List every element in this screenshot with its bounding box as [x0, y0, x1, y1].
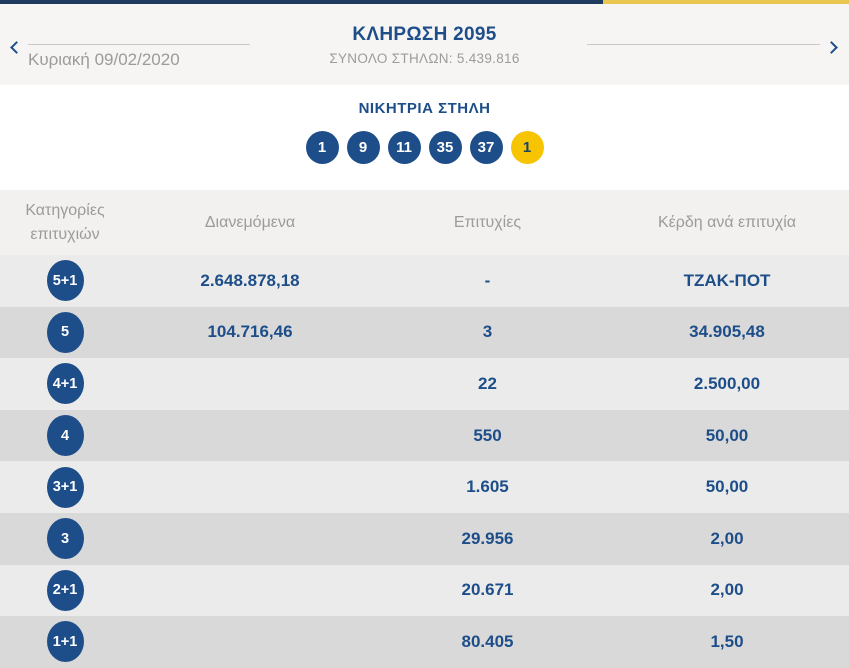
chevron-right-icon [824, 40, 838, 54]
wins-value: 3 [482, 322, 493, 342]
column-header-prize: Κέρδη ανά επιτυχία [657, 213, 797, 231]
table-row: 5 104.716,46 3 34.905,48 [0, 306, 849, 359]
prize-value: 2,00 [710, 528, 744, 548]
prize-value: 50,00 [705, 425, 749, 445]
draw-header: Κυριακή 09/02/2020 ΚΛΗΡΩΣΗ 2095 ΣΥΝΟΛΟ Σ… [0, 4, 849, 85]
draw-title: ΚΛΗΡΩΣΗ 2095 [352, 24, 497, 45]
category-badge: 3+1 [46, 466, 84, 508]
wins-value: - [484, 270, 491, 290]
table-row: 3 29.956 2,00 [0, 512, 849, 565]
distributed-value: 2.648.878,18 [200, 270, 300, 290]
winning-number-ball: 1 [305, 131, 339, 164]
category-badge: 5+1 [46, 260, 84, 302]
table-body: 5+1 2.648.878,18 - ΤΖΑΚ-ΠΟΤ 5 104.716,46… [0, 255, 849, 668]
wins-value: 550 [473, 425, 502, 445]
prize-value: 1,50 [710, 631, 744, 651]
prize-value: 34.905,48 [689, 322, 765, 342]
winning-number-ball: 37 [469, 131, 503, 164]
table-row: 4 550 50,00 [0, 409, 849, 462]
winning-column-section: ΝΙΚΗΤΡΙΑ ΣΤΗΛΗ 1 9 11 35 37 1 [0, 85, 849, 190]
winning-numbers: 1 9 11 35 37 1 [0, 131, 849, 164]
column-header-categories: Κατηγορίες επιτυχιών [25, 202, 105, 243]
winning-number-ball: 9 [346, 131, 380, 164]
winning-number-ball: 35 [428, 131, 462, 164]
table-header-row: Κατηγορίες επιτυχιών Διανεμόμενα Επιτυχί… [0, 190, 849, 255]
distributed-value: 104.716,46 [207, 322, 293, 342]
prize-results-table: Κατηγορίες επιτυχιών Διανεμόμενα Επιτυχί… [0, 190, 849, 668]
category-badge: 2+1 [46, 569, 84, 611]
category-badge: 5 [46, 311, 84, 353]
prize-value: 2,00 [710, 580, 744, 600]
next-draw-button[interactable] [822, 36, 844, 58]
category-badge: 4 [46, 415, 84, 457]
column-header-wins: Επιτυχίες [453, 213, 522, 231]
total-columns: ΣΥΝΟΛΟ ΣΤΗΛΩΝ: 5.439.816 [329, 51, 520, 66]
joker-number-ball: 1 [510, 131, 544, 164]
table-row: 5+1 2.648.878,18 - ΤΖΑΚ-ΠΟΤ [0, 255, 849, 307]
wins-value: 22 [478, 373, 497, 393]
winning-number-ball: 11 [387, 131, 421, 164]
category-badge: 1+1 [46, 621, 84, 663]
wins-value: 1.605 [466, 477, 509, 497]
wins-value: 29.956 [461, 528, 514, 548]
prize-value: 50,00 [705, 477, 749, 497]
prize-value: ΤΖΑΚ-ΠΟΤ [683, 270, 771, 290]
wins-value: 20.671 [461, 580, 514, 600]
table-row: 1+1 80.405 1,50 [0, 616, 849, 668]
table-row: 3+1 1.605 50,00 [0, 461, 849, 513]
table-row: 4+1 22 2.500,00 [0, 358, 849, 410]
prize-value: 2.500,00 [693, 373, 761, 393]
category-badge: 4+1 [46, 363, 84, 405]
column-header-distributed: Διανεμόμενα [204, 213, 296, 231]
table-row: 2+1 20.671 2,00 [0, 564, 849, 617]
wins-value: 80.405 [461, 631, 514, 651]
winning-column-title: ΝΙΚΗΤΡΙΑ ΣΤΗΛΗ [358, 100, 491, 117]
category-badge: 3 [46, 518, 84, 560]
